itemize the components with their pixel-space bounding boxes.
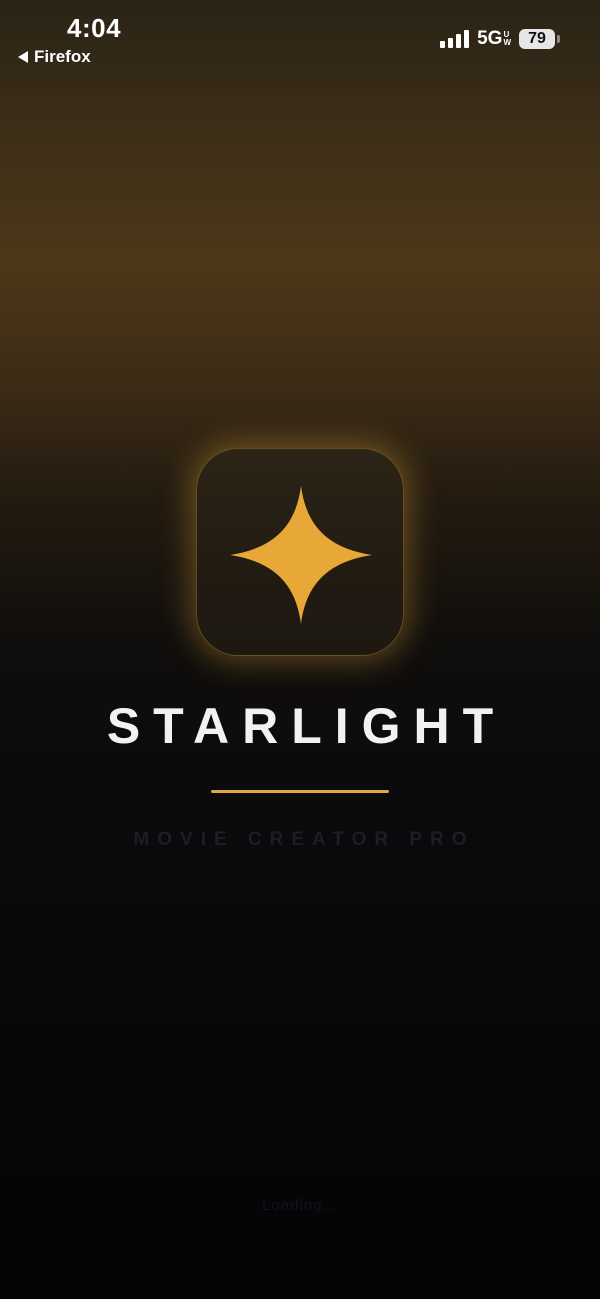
- splash-screen: 4:04 Firefox 5G U W 79 STARLIGHT MOVIE C…: [0, 0, 600, 1299]
- back-app-label: Firefox: [34, 47, 91, 66]
- network-uw-badge: U W: [503, 30, 511, 47]
- back-arrow-icon: [18, 51, 28, 63]
- battery-level: 79: [519, 29, 555, 49]
- back-to-app-button[interactable]: Firefox: [18, 47, 91, 67]
- app-icon: [196, 448, 404, 656]
- loading-text: Loading...: [262, 1197, 338, 1214]
- title-divider: [211, 790, 389, 793]
- app-subtitle: MOVIE CREATOR PRO: [133, 829, 475, 850]
- status-indicators: 5G U W 79: [440, 28, 560, 50]
- network-type: 5G U W: [477, 28, 511, 50]
- four-point-star-icon: [230, 486, 372, 624]
- cellular-signal-icon: [440, 30, 470, 48]
- app-title: STARLIGHT: [106, 698, 507, 754]
- network-label: 5G: [477, 28, 503, 49]
- status-time: 4:04: [67, 13, 122, 43]
- battery-icon: 79: [519, 29, 560, 49]
